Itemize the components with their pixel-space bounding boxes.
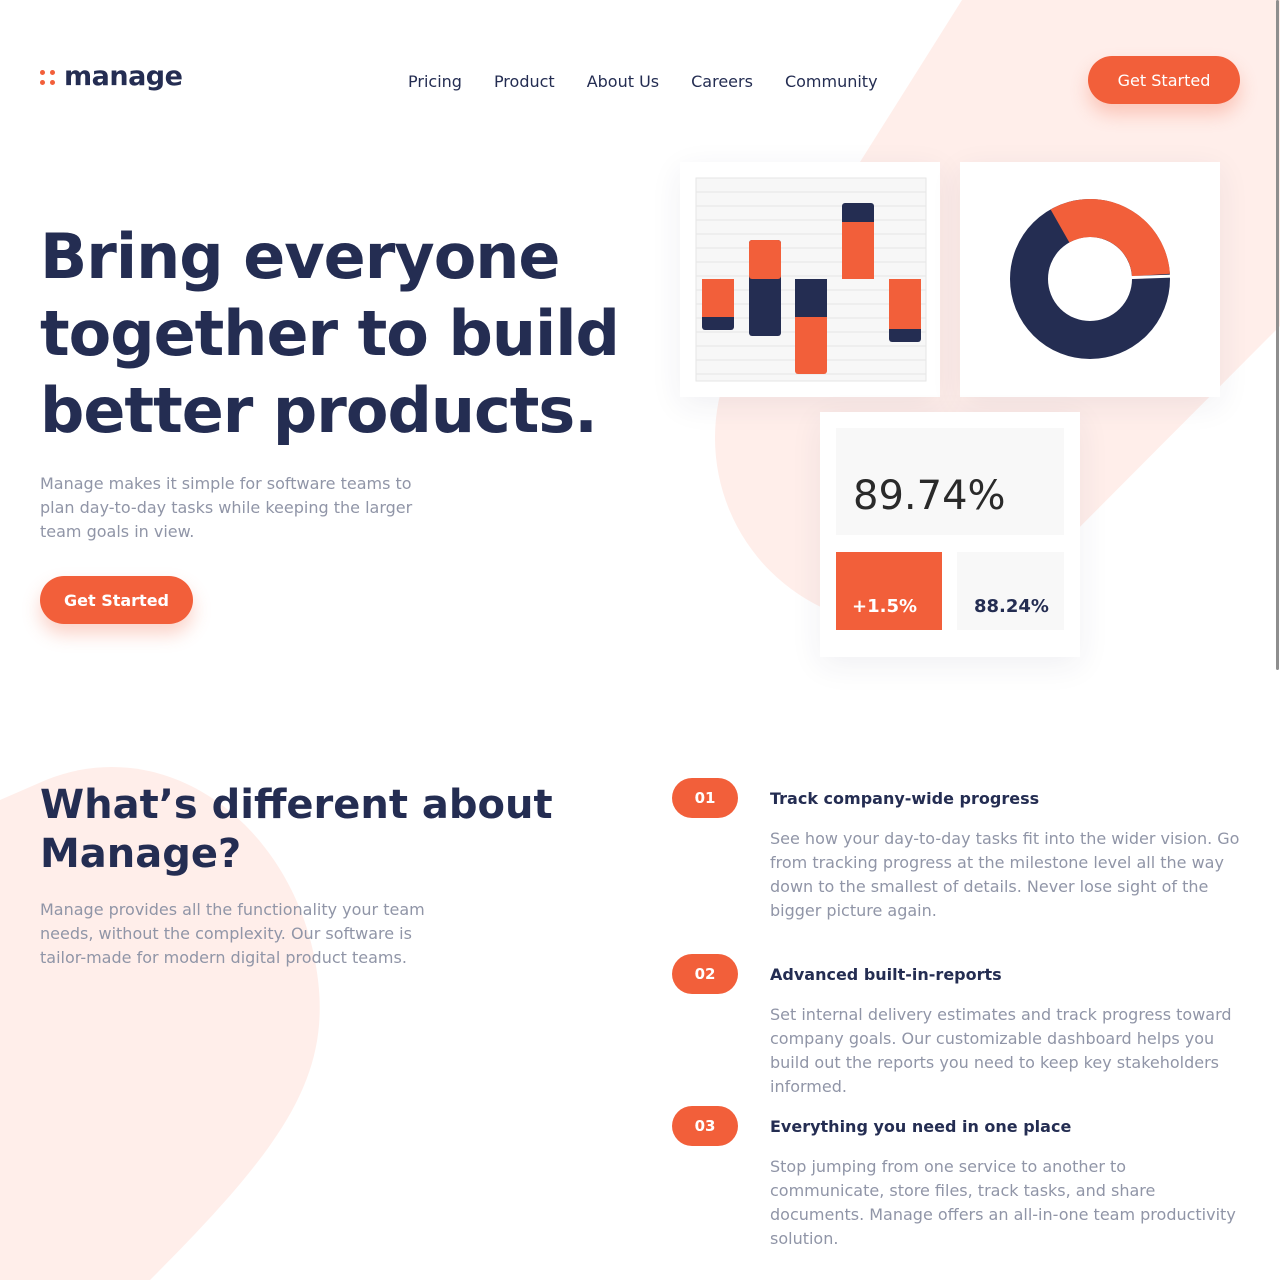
hero-title-line: together to build xyxy=(40,297,620,370)
nav-link-pricing[interactable]: Pricing xyxy=(392,71,478,93)
donut-chart-card xyxy=(960,162,1220,397)
feature-title: Everything you need in one place xyxy=(770,1117,1072,1136)
main-stat-value: 89.74% xyxy=(853,473,1006,519)
main-stat-panel: 89.74% xyxy=(836,428,1064,535)
section-description: Manage provides all the functionality yo… xyxy=(40,900,425,967)
hero-description: Manage makes it simple for software team… xyxy=(40,474,413,541)
page-scrollbar[interactable] xyxy=(1276,0,1279,670)
nav-link-community[interactable]: Community xyxy=(769,71,894,93)
logo-mark-icon xyxy=(40,69,55,85)
nav-link-about-us[interactable]: About Us xyxy=(571,71,675,93)
feature-number-badge: 02 xyxy=(672,954,738,994)
feature-description: Stop jumping from one service to another… xyxy=(770,1157,1236,1248)
change-stat-value: +1.5% xyxy=(852,596,918,617)
bar-chart-card xyxy=(680,162,940,397)
stats-card: 89.74% +1.5% 88.24% xyxy=(820,412,1080,657)
nav-link-careers[interactable]: Careers xyxy=(675,71,769,93)
header-get-started-button[interactable]: Get Started xyxy=(1088,56,1240,104)
logo-text: manage xyxy=(64,61,183,92)
feature-number-badge: 03 xyxy=(672,1106,738,1146)
feature-number-badge: 01 xyxy=(672,778,738,818)
section-title: What’s different about Manage? xyxy=(40,782,553,877)
secondary-stat-panel: 88.24% xyxy=(957,552,1064,630)
hero-title: Bring everyone together to build better … xyxy=(40,218,640,449)
donut-chart-illustration xyxy=(1010,199,1176,359)
hero-get-started-button[interactable]: Get Started xyxy=(40,576,193,624)
hero-title-line: Bring everyone xyxy=(40,220,560,293)
logo[interactable]: manage xyxy=(40,61,183,92)
feature-title: Advanced built-in-reports xyxy=(770,965,1002,984)
change-stat-panel: +1.5% xyxy=(836,552,942,630)
feature-description: See how your day-to-day tasks fit into t… xyxy=(770,829,1240,920)
secondary-stat-value: 88.24% xyxy=(974,596,1049,617)
nav-link-product[interactable]: Product xyxy=(478,71,571,93)
main-nav: Pricing Product About Us Careers Communi… xyxy=(392,71,894,93)
bar-chart-illustration xyxy=(695,177,927,382)
feature-title: Track company-wide progress xyxy=(770,789,1040,808)
feature-description: Set internal delivery estimates and trac… xyxy=(770,1005,1232,1096)
hero-title-line: better products. xyxy=(40,374,598,447)
